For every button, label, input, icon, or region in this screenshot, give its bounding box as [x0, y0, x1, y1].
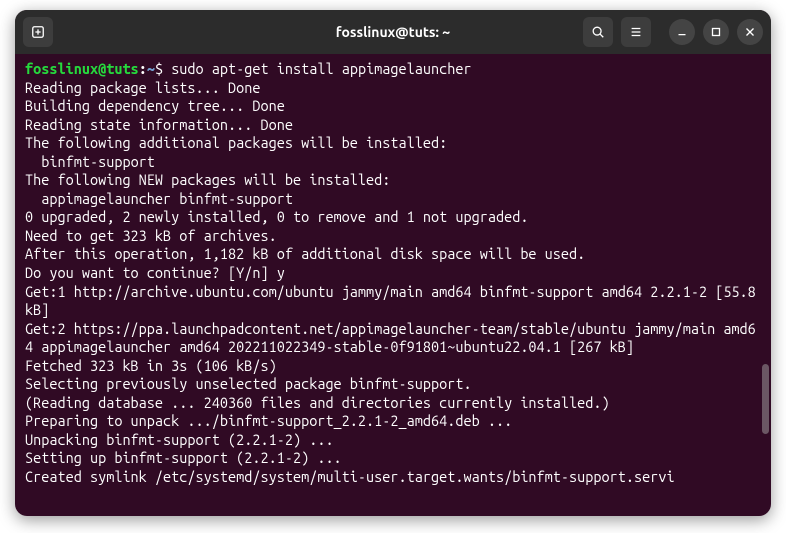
output-line: Get:2 https://ppa.launchpadcontent.net/a… [25, 320, 761, 357]
search-button[interactable] [583, 17, 613, 47]
output-line: Building dependency tree... Done [25, 97, 761, 116]
minimize-icon [675, 25, 689, 39]
prompt-user-host: fosslinux@tuts [25, 60, 139, 77]
command-text: sudo apt-get install appimagelauncher [171, 60, 471, 77]
output-line: 0 upgraded, 2 newly installed, 0 to remo… [25, 208, 761, 227]
output-line: Selecting previously unselected package … [25, 375, 761, 394]
output-line: The following additional packages will b… [25, 134, 761, 153]
output-line: (Reading database ... 240360 files and d… [25, 394, 761, 413]
minimize-button[interactable] [669, 19, 695, 45]
titlebar-right [583, 17, 763, 47]
output-line: Get:1 http://archive.ubuntu.com/ubuntu j… [25, 283, 761, 320]
output-line: Need to get 323 kB of archives. [25, 227, 761, 246]
scrollbar-thumb[interactable] [762, 364, 769, 434]
output-line: Unpacking binfmt-support (2.2.1-2) ... [25, 431, 761, 450]
maximize-button[interactable] [703, 19, 729, 45]
window-title: fosslinux@tuts: ~ [336, 24, 450, 40]
output-line: After this operation, 1,182 kB of additi… [25, 245, 761, 264]
terminal-window: fosslinux@tuts: ~ fosslinux@tuts:~$ sud [15, 10, 771, 516]
output-line: Reading state information... Done [25, 116, 761, 135]
output-line: binfmt-support [25, 153, 761, 172]
output-line: Preparing to unpack .../binfmt-support_2… [25, 412, 761, 431]
close-icon [743, 25, 757, 39]
prompt-dollar: $ [155, 60, 171, 77]
new-tab-icon [31, 25, 45, 39]
hamburger-icon [629, 25, 643, 39]
prompt-colon: : [139, 60, 147, 77]
new-tab-button[interactable] [23, 17, 53, 47]
search-icon [591, 25, 605, 39]
titlebar-left [23, 17, 53, 47]
output-line: Setting up binfmt-support (2.2.1-2) ... [25, 449, 761, 468]
maximize-icon [709, 25, 723, 39]
output-line: Created symlink /etc/systemd/system/mult… [25, 468, 761, 487]
output-line: Fetched 323 kB in 3s (106 kB/s) [25, 357, 761, 376]
output-line: appimagelauncher binfmt-support [25, 190, 761, 209]
output-line: Do you want to continue? [Y/n] y [25, 264, 761, 283]
titlebar: fosslinux@tuts: ~ [15, 10, 771, 54]
close-button[interactable] [737, 19, 763, 45]
output-line: Reading package lists... Done [25, 79, 761, 98]
prompt-path: ~ [147, 60, 155, 77]
output-line: The following NEW packages will be insta… [25, 171, 761, 190]
menu-button[interactable] [621, 17, 651, 47]
terminal-output: Reading package lists... DoneBuilding de… [25, 79, 761, 487]
prompt-line: fosslinux@tuts:~$ sudo apt-get install a… [25, 60, 761, 79]
terminal-body[interactable]: fosslinux@tuts:~$ sudo apt-get install a… [15, 54, 771, 516]
